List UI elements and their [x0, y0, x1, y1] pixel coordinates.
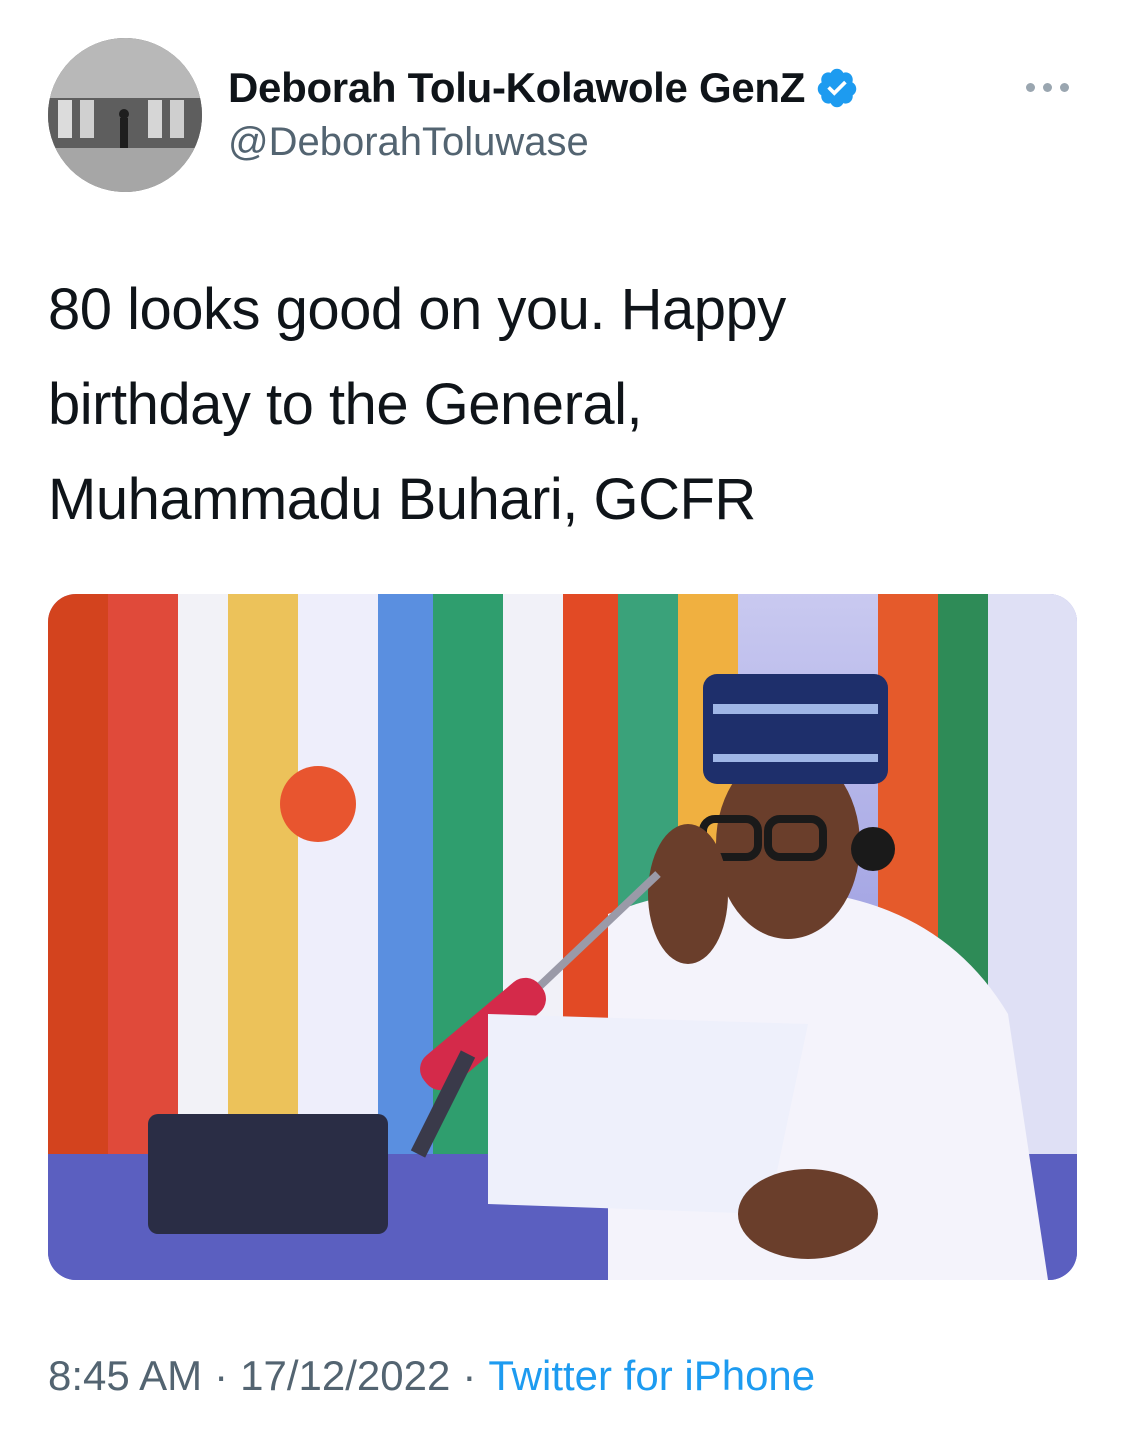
more-options-icon[interactable] — [1026, 72, 1076, 102]
tweet-date: 17/12/2022 — [240, 1352, 451, 1399]
avatar-image — [48, 38, 202, 192]
more-dot — [1026, 82, 1035, 92]
more-dot — [1043, 82, 1052, 92]
meta-separator: · — [462, 1352, 477, 1399]
tweet-time: 8:45 AM — [48, 1352, 203, 1399]
tweet-meta: 8:45 AM · 17/12/2022 · Twitter for iPhon… — [48, 1352, 815, 1400]
meta-separator: · — [214, 1352, 229, 1399]
tweet-media[interactable] — [48, 594, 1077, 1280]
verified-badge-icon — [817, 68, 857, 108]
tweet-photo — [48, 594, 1077, 1280]
avatar[interactable] — [48, 38, 202, 192]
more-dot — [1060, 82, 1069, 92]
tweet-source-link[interactable]: Twitter for iPhone — [488, 1352, 815, 1400]
author-name-row[interactable]: Deborah Tolu-Kolawole GenZ — [228, 64, 859, 112]
tweet-text: 80 looks good on you. Happy birthday to … — [48, 277, 786, 532]
display-name[interactable]: Deborah Tolu-Kolawole GenZ — [228, 64, 805, 112]
author-handle[interactable]: @DeborahToluwase — [228, 120, 589, 165]
